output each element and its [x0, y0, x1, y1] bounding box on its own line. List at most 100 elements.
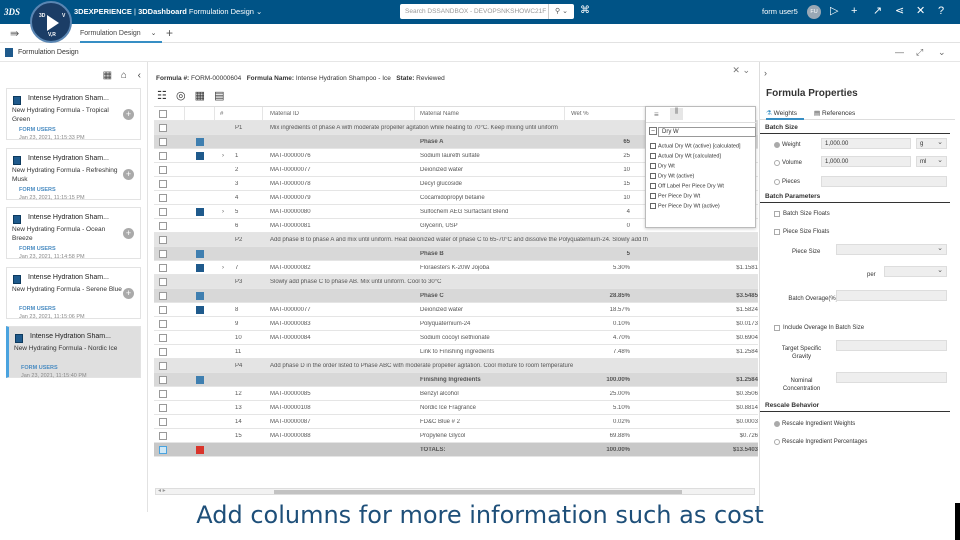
table-row[interactable]: 11 Link to Finishing ingredients 7.48% $1.2… — [154, 345, 758, 359]
column-option[interactable]: Per Piece Dry Wt — [650, 193, 700, 199]
row-checkbox[interactable] — [159, 404, 167, 412]
close-icon[interactable]: ✕ ⌄ — [732, 65, 750, 76]
minimize-icon[interactable]: — — [895, 47, 904, 57]
3ds-logo[interactable]: 3DS — [4, 2, 24, 22]
column-option[interactable]: Dry Wt (active) — [650, 173, 694, 179]
formula-card[interactable]: Intense Hydration Sham... New Hydrating … — [6, 207, 141, 260]
row-checkbox[interactable] — [159, 390, 167, 398]
formula-card[interactable]: Intense Hydration Sham... New Hydrating … — [6, 148, 141, 201]
column-option[interactable]: Off Label Per Piece Dry Wt — [650, 183, 724, 189]
volume-input[interactable]: 1,000.00 — [821, 156, 911, 167]
report-icon[interactable]: ▤ — [214, 90, 224, 102]
chevron-left-icon[interactable]: ‹ — [138, 70, 141, 81]
tag-icon[interactable]: ⌘ — [580, 5, 590, 16]
row-checkbox[interactable] — [159, 348, 167, 356]
collapse-icon[interactable]: ⇛ — [10, 27, 19, 40]
row-checkbox[interactable] — [159, 194, 167, 202]
batch-size-floats-checkbox[interactable] — [774, 211, 780, 217]
formula-card-selected[interactable]: Intense Hydration Sham... New Hydrating … — [6, 326, 141, 379]
row-checkbox[interactable] — [159, 180, 167, 188]
row-checkbox[interactable] — [159, 278, 167, 286]
weight-unit-select[interactable]: g — [916, 138, 947, 149]
chevron-down-icon[interactable]: ⌄ — [151, 30, 157, 37]
row-checkbox[interactable] — [159, 236, 167, 244]
rescale-weights-radio[interactable] — [774, 421, 780, 427]
column-divider[interactable] — [414, 107, 415, 121]
table-row[interactable]: 13 MAT-00000108 Nordic Ice Fragrance 5.10% $… — [154, 401, 758, 415]
row-checkbox[interactable] — [159, 264, 167, 272]
table-row[interactable]: 8 MAT-00000077 Deionized water 18.57% $1.582… — [154, 303, 758, 317]
row-checkbox[interactable] — [159, 222, 167, 230]
network-icon[interactable]: ⋖ — [895, 4, 904, 18]
target-sg-input[interactable] — [836, 340, 947, 351]
table-row[interactable]: › 7 MAT-00000082 Floraesters K-20W Jojoba 5.… — [154, 261, 758, 275]
checkbox[interactable] — [650, 143, 656, 149]
tab-references[interactable]: ▤ References — [814, 109, 855, 117]
compass-icon[interactable]: 3D V V,R — [30, 1, 72, 43]
row-checkbox[interactable] — [159, 208, 167, 216]
row-checkbox[interactable] — [159, 250, 167, 258]
arrow-icon[interactable]: ↗ — [873, 4, 882, 18]
user-name[interactable]: form user5 — [762, 7, 798, 16]
filter-icon[interactable]: ▦ — [103, 70, 112, 81]
add-icon[interactable]: + — [123, 228, 134, 239]
pieces-input[interactable] — [821, 176, 947, 187]
column-divider[interactable] — [564, 107, 565, 121]
column-divider[interactable] — [262, 107, 263, 121]
column-divider[interactable] — [184, 107, 185, 121]
tab-formulation-design[interactable]: Formulation Design ⌄ — [80, 24, 162, 43]
table-row[interactable]: 9 MAT-00000083 Polyquaternium-24 0.10% $0.01… — [154, 317, 758, 331]
add-icon[interactable]: + — [123, 109, 134, 120]
select-all-checkbox[interactable]: – — [649, 127, 657, 135]
columns-icon[interactable]: ⫼ — [670, 108, 683, 120]
volume-radio[interactable] — [774, 160, 780, 166]
row-checkbox[interactable] — [159, 152, 167, 160]
piece-size-floats-checkbox[interactable] — [774, 229, 780, 235]
avatar[interactable]: FU — [807, 5, 821, 19]
select-all-checkbox[interactable] — [159, 110, 167, 118]
column-option[interactable]: Dry Wt — [650, 163, 675, 169]
table-row-phase[interactable]: P3 Slowly add phase C to phase AB. Mix un… — [154, 275, 758, 289]
formula-card[interactable]: Intense Hydration Sham... New Hydrating … — [6, 267, 141, 320]
per-unit-select[interactable] — [884, 266, 947, 277]
hide-icon[interactable]: ◎ — [176, 90, 186, 102]
menu-chevron-icon[interactable]: ⌄ — [938, 47, 946, 58]
checkbox[interactable] — [650, 153, 656, 159]
menu-icon[interactable]: ≡ — [654, 110, 659, 119]
table-row[interactable]: 10 MAT-00000084 Sodium cocoyl isethionate 4… — [154, 331, 758, 345]
tools-icon[interactable]: ✕ — [916, 4, 925, 18]
row-checkbox[interactable] — [159, 376, 167, 384]
row-checkbox[interactable] — [159, 334, 167, 342]
help-icon[interactable]: ? — [938, 4, 944, 18]
row-checkbox[interactable] — [159, 306, 167, 314]
batch-overage-input[interactable] — [836, 290, 947, 301]
weight-radio[interactable] — [774, 142, 780, 148]
scroll-left-icon[interactable]: ◂ ▸ — [158, 487, 166, 494]
row-checkbox[interactable] — [159, 124, 167, 132]
volume-unit-select[interactable]: ml — [916, 156, 947, 167]
checkbox[interactable] — [650, 193, 656, 199]
expand-chevron-icon[interactable]: › — [222, 265, 224, 271]
table-row-sum[interactable]: Finishing Ingredients 100.00% $1.2584 — [154, 373, 758, 387]
table-row[interactable]: 15 MAT-00000088 Propylene Glycol 69.88% $0.7… — [154, 429, 758, 443]
checkbox[interactable] — [650, 173, 656, 179]
formula-card[interactable]: Intense Hydration Sham... New Hydrating … — [6, 88, 141, 141]
column-filter-input[interactable]: Dry W — [658, 127, 756, 137]
row-checkbox[interactable] — [159, 446, 167, 454]
add-icon[interactable]: + — [123, 288, 134, 299]
table-row-phase[interactable]: P4 Add phase D in the order listed to Pha… — [154, 359, 758, 373]
list-view-icon[interactable]: ☷ — [157, 90, 167, 102]
search-icon[interactable]: ⚲ ⌄ — [548, 4, 574, 19]
add-tab-button[interactable]: + — [166, 26, 173, 40]
row-checkbox[interactable] — [159, 292, 167, 300]
add-row-icon[interactable]: ▦ — [195, 90, 205, 102]
checkbox[interactable] — [650, 183, 656, 189]
add-icon[interactable]: + — [123, 169, 134, 180]
nominal-concentration-input[interactable] — [836, 372, 947, 383]
tab-weights[interactable]: ⚗ Weights — [766, 109, 804, 120]
row-checkbox[interactable] — [159, 138, 167, 146]
row-checkbox[interactable] — [159, 362, 167, 370]
column-option[interactable]: Actual Dry Wt (active) [calculated] — [650, 143, 741, 149]
table-row-sum[interactable]: Phase C 28.85% $3.5485 — [154, 289, 758, 303]
row-checkbox[interactable] — [159, 418, 167, 426]
